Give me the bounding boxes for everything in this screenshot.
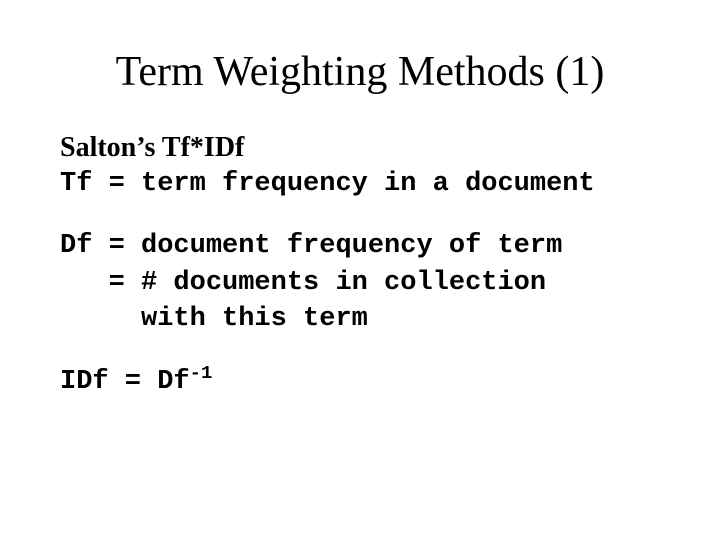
idf-exponent: -1 — [190, 362, 213, 384]
idf-definition: IDf = Df-1 — [60, 364, 660, 400]
subtitle: Salton’s Tf*IDf — [60, 132, 660, 164]
df-line-2: = # documents in collection — [60, 268, 546, 298]
df-definition: Df = document frequency of term = # docu… — [60, 228, 660, 337]
tf-definition: Tf = term frequency in a document — [60, 166, 660, 202]
slide: Term Weighting Methods (1) Salton’s Tf*I… — [0, 0, 720, 540]
idf-prefix: IDf = Df — [60, 367, 190, 397]
slide-title: Term Weighting Methods (1) — [60, 48, 660, 96]
df-line-1: Df = document frequency of term — [60, 231, 562, 261]
df-line-3: with this term — [60, 304, 368, 334]
